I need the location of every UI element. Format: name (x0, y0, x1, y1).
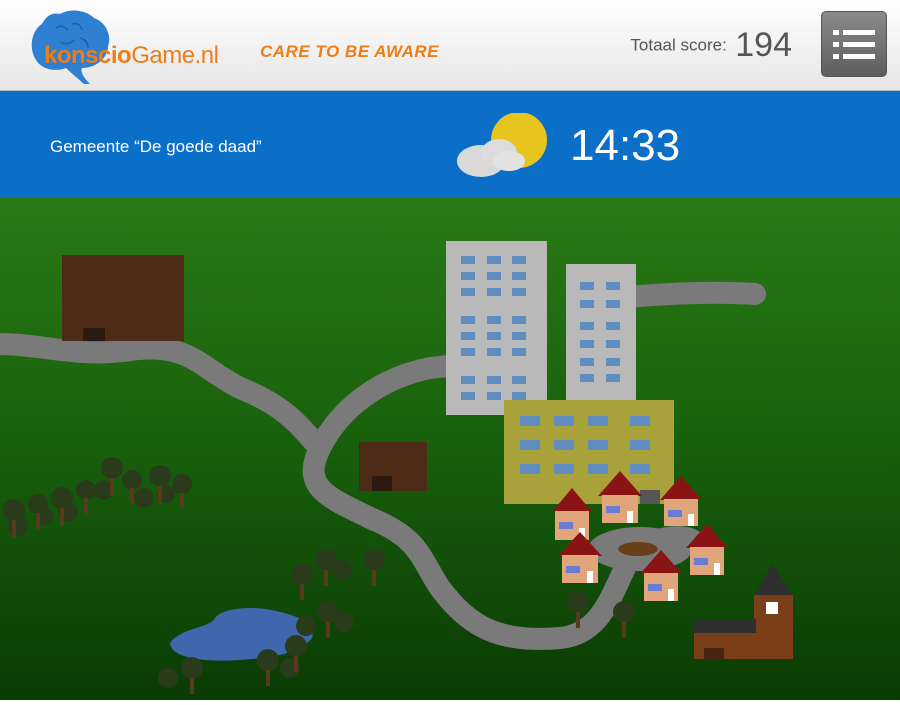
partly-sunny-icon (455, 112, 550, 183)
logo-text-rest: Game.nl (131, 42, 219, 69)
apartment-tower-left[interactable] (446, 241, 547, 415)
game-clock: 14:33 (570, 121, 681, 170)
municipality-name: Gemeente “De goede daad” (50, 137, 262, 156)
village-fountain[interactable] (618, 542, 658, 556)
logo-text-bold: konscio (44, 42, 132, 69)
small-barn[interactable] (359, 442, 427, 491)
large-barn[interactable] (62, 255, 184, 341)
apartment-tower-right[interactable] (566, 264, 636, 404)
total-score: Totaal score: 194 (630, 26, 792, 65)
konscio-logo[interactable]: konscioGame.nl (20, 6, 220, 86)
score-label: Totaal score: (630, 35, 727, 55)
hamburger-menu-icon (833, 30, 875, 59)
score-value: 194 (735, 26, 792, 64)
menu-button[interactable] (821, 11, 887, 77)
apartment-block-yellow[interactable] (504, 400, 674, 504)
status-bar: Gemeente “De goede daad” 14:33 (0, 91, 900, 198)
top-header: konscioGame.nl CARE TO BE AWARE Totaal s… (0, 0, 900, 91)
tagline: CARE TO BE AWARE (260, 42, 439, 61)
town-map[interactable] (0, 198, 900, 700)
